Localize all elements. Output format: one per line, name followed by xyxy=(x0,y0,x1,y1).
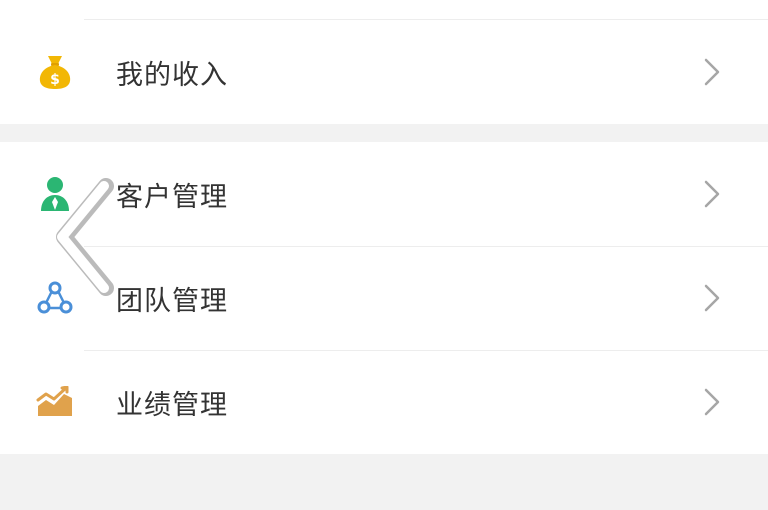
menu-item-label: 业绩管理 xyxy=(116,389,228,421)
chevron-right-icon xyxy=(702,57,722,87)
menu-item-label: 我的收入 xyxy=(116,59,228,91)
back-chevron-icon xyxy=(56,178,114,296)
performance-chart-icon xyxy=(36,383,74,421)
menu-item-label: 客户管理 xyxy=(116,181,228,213)
menu-item-performance-management[interactable]: 业绩管理 xyxy=(0,350,768,454)
chevron-right-icon xyxy=(702,179,722,209)
back-gesture-indicator[interactable] xyxy=(40,172,130,302)
chevron-right-icon xyxy=(702,387,722,417)
menu-item-my-income[interactable]: $ 我的收入 xyxy=(0,20,768,124)
chevron-right-icon xyxy=(702,283,722,313)
previous-menu-row-edge xyxy=(0,0,768,20)
money-bag-icon: $ xyxy=(36,53,74,91)
income-section: $ 我的收入 xyxy=(0,20,768,124)
menu-item-label: 团队管理 xyxy=(116,285,228,317)
svg-text:$: $ xyxy=(50,72,60,88)
